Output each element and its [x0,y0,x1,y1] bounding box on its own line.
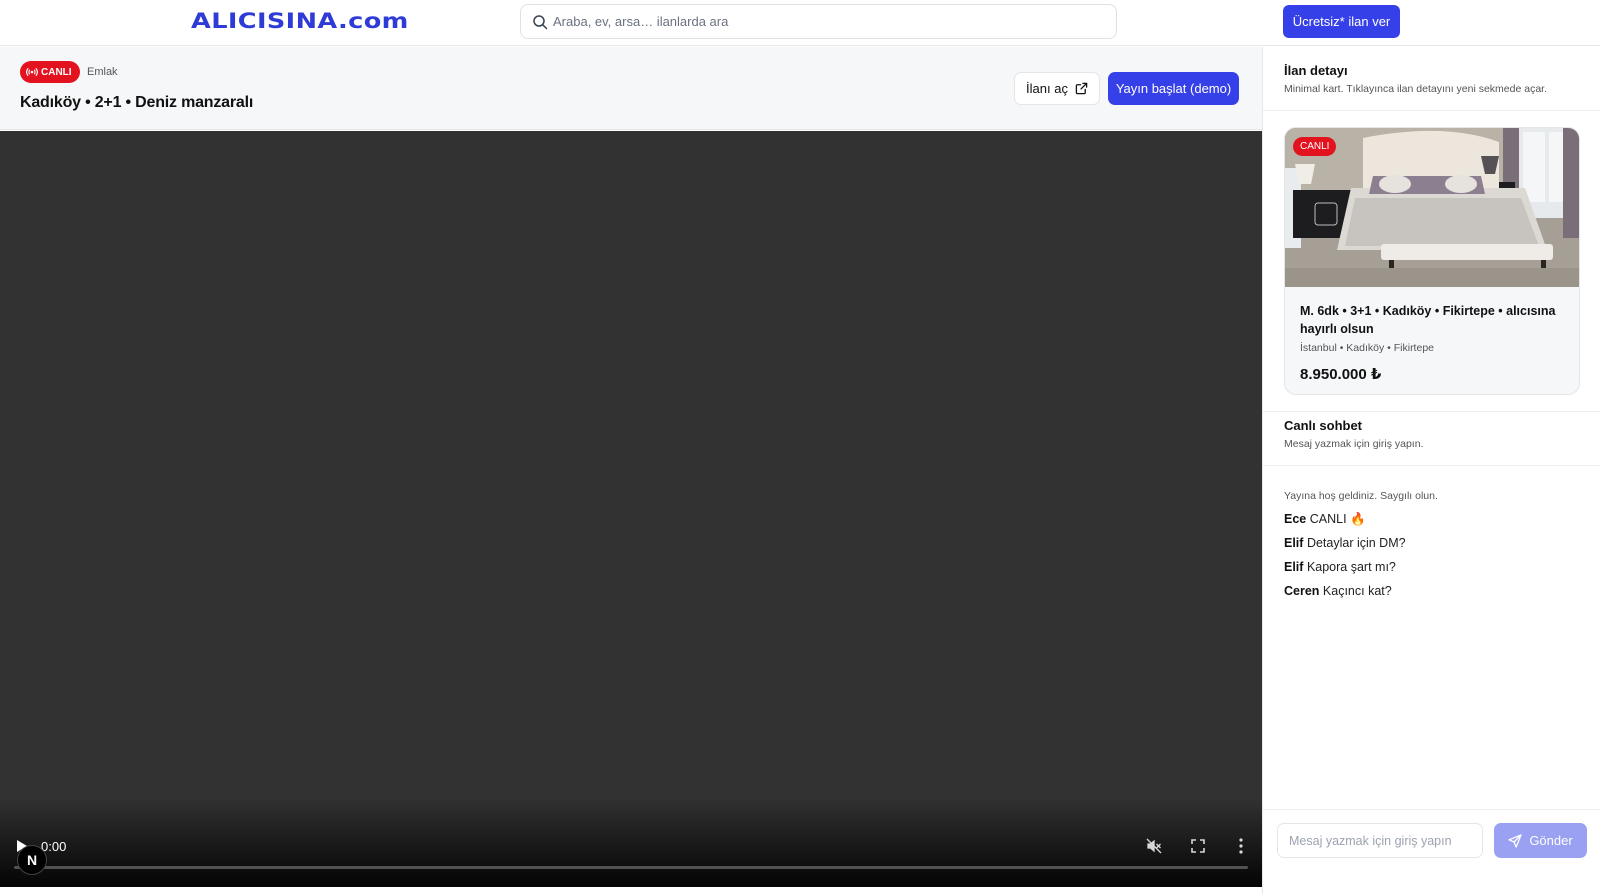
card-live-badge: CANLI [1293,137,1337,156]
fullscreen-icon[interactable] [1190,838,1206,854]
start-stream-button[interactable]: Yayın başlat (demo) [1108,72,1239,105]
side-panel: İlan detayı Minimal kart. Tıklayınca ila… [1262,47,1600,894]
chat-text: CANLI 🔥 [1309,512,1366,526]
listing-card-location: İstanbul • Kadıköy • Fikirtepe [1300,342,1434,354]
chat-username[interactable]: Ece [1284,512,1306,526]
chat-message: Ece CANLI 🔥 [1284,512,1366,527]
send-icon [1508,833,1522,848]
open-listing-label: İlanı aç [1026,81,1068,96]
post-free-listing-button[interactable]: Ücretsiz* ilan ver [1283,5,1400,38]
listing-card-title[interactable]: M. 6dk • 3+1 • Kadıköy • Fikirtepe • alı… [1300,302,1568,338]
chat-text: Kapora şart mı? [1306,560,1396,574]
overlay-badge[interactable]: N [17,845,47,875]
send-button[interactable]: Gönder [1494,823,1587,858]
live-badge: CANLI [20,61,80,83]
chat-username[interactable]: Elif [1284,560,1303,574]
search-box[interactable] [520,4,1117,39]
divider [1263,110,1600,111]
chat-message-input[interactable] [1277,823,1483,858]
stream-title: Kadıköy • 2+1 • Deniz manzaralı [20,94,254,111]
listing-card-price: 8.950.000 ₺ [1300,366,1382,383]
chat-message: Ceren Kaçıncı kat? [1284,584,1392,598]
live-badge-label: CANLI [41,66,72,78]
chat-system-message: Yayına hoş geldiniz. Saygılı olun. [1284,490,1438,502]
chat-message: Elif Detaylar için DM? [1284,536,1406,550]
external-link-icon [1075,82,1088,95]
search-input[interactable] [553,5,1108,38]
muted-speaker-icon[interactable] [1146,838,1162,854]
chat-text: Kaçıncı kat? [1322,584,1392,598]
vertical-dots-icon[interactable] [1234,837,1248,855]
chat-message: Elif Kapora şart mı? [1284,560,1396,574]
top-header: ALICISINA.com Ücretsiz* ilan ver [0,0,1600,46]
stream-category[interactable]: Emlak [87,66,118,78]
stream-header: CANLI Emlak Kadıköy • 2+1 • Deniz manzar… [0,47,1262,130]
divider [1263,809,1600,810]
listing-card[interactable]: CANLI M. 6dk • 3+1 • Kadıköy • Fikirtepe… [1284,127,1580,395]
listing-detail-subtitle: Minimal kart. Tıklayınca ilan detayını y… [1284,83,1548,95]
broadcast-icon [26,67,38,77]
live-chat-title: Canlı sohbet [1284,418,1363,433]
search-icon [533,15,548,30]
listing-detail-title: İlan detayı [1284,63,1348,78]
divider [1263,465,1600,466]
site-logo[interactable]: ALICISINA.com [191,9,409,33]
send-button-label: Gönder [1529,833,1573,848]
video-progress-track[interactable] [14,866,1248,869]
chat-username[interactable]: Elif [1284,536,1303,550]
chat-username[interactable]: Ceren [1284,584,1319,598]
chat-text: Detaylar için DM? [1306,536,1406,550]
open-listing-button[interactable]: İlanı aç [1014,72,1100,105]
video-player[interactable]: 0:00 N [0,131,1262,887]
live-chat-subtitle: Mesaj yazmak için giriş yapın. [1284,438,1424,450]
controls-gradient [0,797,1262,887]
divider [1263,411,1600,412]
